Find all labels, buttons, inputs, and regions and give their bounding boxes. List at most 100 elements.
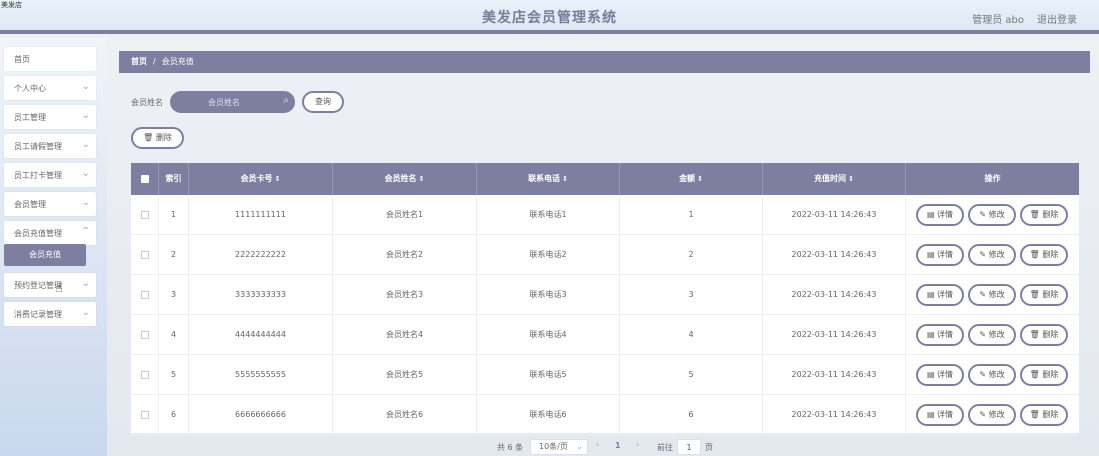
edit-icon: ✎ — [979, 210, 987, 219]
cell-amount: 4 — [620, 315, 763, 355]
row-checkbox[interactable] — [140, 370, 149, 379]
edit-button[interactable]: ✎ 修改 — [968, 364, 1016, 386]
cell-phone: 联系电话4 — [477, 315, 620, 355]
edit-button[interactable]: ✎ 修改 — [968, 324, 1016, 346]
detail-icon: ▤ — [926, 410, 935, 419]
cell-index: 3 — [159, 275, 189, 315]
sidebar-item-home[interactable]: 首页 — [4, 47, 96, 71]
delete-label: 删除 — [1042, 210, 1059, 219]
edit-label: 修改 — [988, 330, 1005, 339]
edit-button[interactable]: ✎ 修改 — [968, 244, 1016, 266]
row-checkbox[interactable] — [140, 250, 149, 259]
header-member-name[interactable]: 会员姓名 ⇕ — [333, 163, 477, 195]
sidebar-item-label: 员工请假管理 — [14, 142, 62, 151]
detail-label: 详情 — [937, 250, 954, 259]
cell-actions: ▤ 详情 ✎ 修改 🗑 删除 — [906, 355, 1079, 395]
chevron-down-icon: ⌄ — [81, 307, 90, 318]
select-all-checkbox[interactable] — [140, 174, 149, 183]
cell-amount: 1 — [620, 195, 763, 235]
goto-page-input[interactable] — [677, 439, 701, 455]
cell-actions: ▤ 详情 ✎ 修改 🗑 删除 — [906, 195, 1079, 235]
cell-card-number: 6666666666 — [189, 395, 333, 435]
detail-button[interactable]: ▤ 详情 — [916, 284, 964, 306]
sidebar-item-consumption[interactable]: 消费记录管理 ⌄ — [4, 302, 96, 326]
edit-button[interactable]: ✎ 修改 — [968, 284, 1016, 306]
header-card-number[interactable]: 会员卡号 ⇕ — [189, 163, 333, 195]
row-checkbox[interactable] — [140, 210, 149, 219]
edit-label: 修改 — [988, 210, 1005, 219]
sidebar-item-label: 首页 — [14, 55, 30, 64]
sort-icon: ⇕ — [562, 175, 568, 183]
cell-recharge-time: 2022-03-11 14:26:43 — [763, 355, 906, 395]
cell-index: 1 — [159, 195, 189, 235]
edit-button[interactable]: ✎ 修改 — [968, 204, 1016, 226]
header-recharge-time[interactable]: 充值时间 ⇕ — [763, 163, 906, 195]
sidebar-item-reservations[interactable]: 预约登记管理 ⌄ — [4, 273, 96, 297]
page-number-current[interactable]: 1 — [615, 441, 621, 450]
sidebar-item-members[interactable]: 会员管理 ⌄ — [4, 192, 96, 216]
row-checkbox[interactable] — [140, 410, 149, 419]
breadcrumb: 首页 / 会员充值 — [119, 51, 1090, 73]
header-select-all[interactable] — [131, 163, 159, 195]
delete-label: 删除 — [1042, 250, 1059, 259]
header-phone[interactable]: 联系电话 ⇕ — [477, 163, 620, 195]
sidebar-item-staff[interactable]: 员工管理 ⌄ — [4, 105, 96, 129]
table-row: 2 2222222222 会员姓名2 联系电话2 2 2022-03-11 14… — [131, 235, 1079, 275]
table-row: 3 3333333333 会员姓名3 联系电话3 3 2022-03-11 14… — [131, 275, 1079, 315]
delete-button[interactable]: 🗑 删除 — [1020, 204, 1068, 226]
trash-icon: 🗑 — [1029, 250, 1040, 259]
next-page-icon[interactable]: › — [636, 440, 639, 449]
goto-label: 前往 — [657, 443, 673, 452]
table-header: 索引 会员卡号 ⇕ 会员姓名 ⇕ 联系电话 ⇕ 金额 ⇕ 充值时间 ⇕ 操作 — [131, 163, 1079, 195]
detail-button[interactable]: ▤ 详情 — [916, 324, 964, 346]
sidebar-item-personal-center[interactable]: 个人中心 ⌄ — [4, 76, 96, 100]
chevron-down-icon: ⌄ — [81, 110, 90, 121]
chevron-down-icon: ⌄ — [81, 139, 90, 150]
sidebar-item-staff-leave[interactable]: 员工请假管理 ⌄ — [4, 134, 96, 158]
search-input[interactable] — [170, 91, 278, 113]
chevron-down-icon: ⌄ — [81, 168, 90, 179]
sidebar-item-staff-clockin[interactable]: 员工打卡管理 ⌄ — [4, 163, 96, 187]
page-size-select[interactable]: 10条/页 ⌄ — [530, 439, 588, 455]
delete-button[interactable]: 🗑 删除 — [1020, 404, 1068, 426]
cell-phone: 联系电话1 — [477, 195, 620, 235]
cell-member-name: 会员姓名1 — [333, 195, 477, 235]
edit-label: 修改 — [988, 410, 1005, 419]
edit-icon: ✎ — [979, 410, 987, 419]
header-actions-label: 操作 — [984, 174, 1001, 183]
sidebar-item-member-recharge[interactable]: 会员充值管理 ⌃ — [4, 221, 96, 245]
header-amount[interactable]: 金额 ⇕ — [620, 163, 763, 195]
cell-card-number: 4444444444 — [189, 315, 333, 355]
delete-button[interactable]: 🗑 删除 — [1020, 244, 1068, 266]
delete-button[interactable]: 🗑 删除 — [1020, 324, 1068, 346]
prev-page-icon[interactable]: ‹ — [596, 440, 599, 449]
detail-icon: ▤ — [926, 370, 935, 379]
delete-button[interactable]: 🗑 删除 — [1020, 284, 1068, 306]
row-checkbox[interactable] — [140, 290, 149, 299]
sidebar-item-label: 消费记录管理 — [14, 310, 62, 319]
cell-card-number: 3333333333 — [189, 275, 333, 315]
table-row: 4 4444444444 会员姓名4 联系电话4 4 2022-03-11 14… — [131, 315, 1079, 355]
query-button[interactable]: 查询 — [302, 91, 344, 113]
detail-button[interactable]: ▤ 详情 — [916, 404, 964, 426]
sort-icon: ⇕ — [274, 175, 281, 183]
breadcrumb-home[interactable]: 首页 — [131, 57, 147, 66]
system-title: 美发店会员管理系统 — [482, 10, 617, 26]
edit-label: 修改 — [988, 250, 1005, 259]
batch-delete-button[interactable]: 🗑 删除 — [131, 127, 184, 149]
edit-button[interactable]: ✎ 修改 — [968, 404, 1016, 426]
sidebar-subitem-member-recharge[interactable]: 会员充值 — [4, 244, 86, 266]
detail-button[interactable]: ▤ 详情 — [916, 204, 964, 226]
row-checkbox[interactable] — [140, 330, 149, 339]
batch-delete-label: 删除 — [155, 133, 172, 142]
delete-label: 删除 — [1042, 370, 1059, 379]
logout-link[interactable]: 退出登录 — [1037, 11, 1077, 26]
detail-button[interactable]: ▤ 详情 — [916, 364, 964, 386]
recharge-table: 索引 会员卡号 ⇕ 会员姓名 ⇕ 联系电话 ⇕ 金额 ⇕ 充值时间 ⇕ 操作 1 1111… — [131, 163, 1079, 435]
cell-member-name: 会员姓名4 — [333, 315, 477, 355]
detail-button[interactable]: ▤ 详情 — [916, 244, 964, 266]
edit-icon: ✎ — [979, 290, 987, 299]
delete-button[interactable]: 🗑 删除 — [1020, 364, 1068, 386]
sort-icon: ⇕ — [848, 175, 854, 183]
page-size-value: 10条/页 — [539, 442, 568, 451]
